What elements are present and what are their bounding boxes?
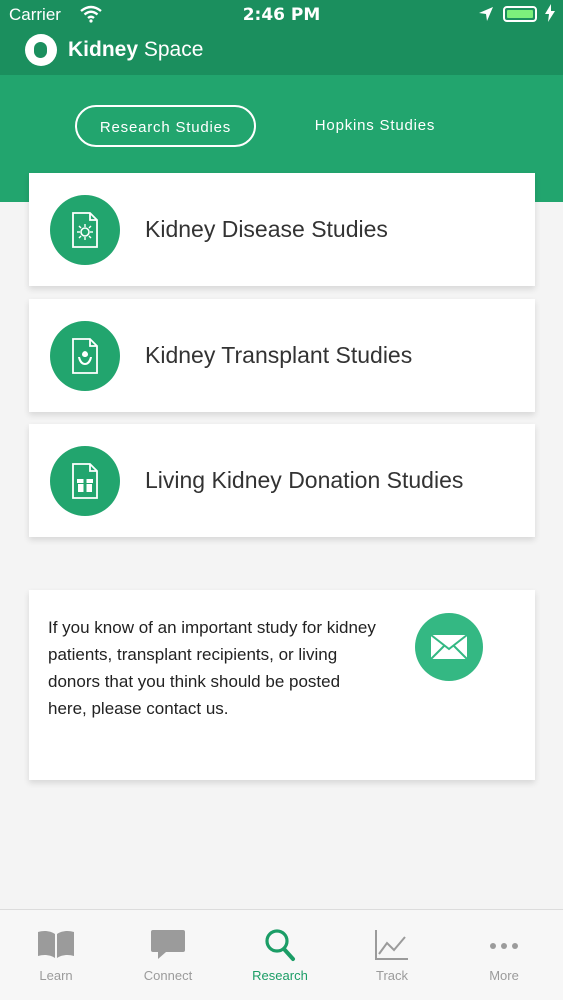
app-header: Carrier 2:46 PM Kidney Space <box>0 0 563 75</box>
chat-bubble-icon <box>151 930 185 959</box>
contact-message: If you know of an important study for ki… <box>48 618 376 718</box>
study-card-living-donation[interactable]: Living Kidney Donation Studies <box>29 424 535 537</box>
app-name-bold: Kidney <box>68 38 139 61</box>
line-chart-icon <box>375 930 408 960</box>
app-brand: Kidney Space <box>25 33 203 67</box>
contact-mail-button[interactable] <box>415 613 483 681</box>
tabbar-more[interactable]: More <box>448 910 560 1000</box>
tabbar-label: Track <box>375 968 409 983</box>
tab-research-studies[interactable]: Research Studies <box>75 105 256 147</box>
study-card-kidney-disease[interactable]: Kidney Disease Studies <box>29 173 535 286</box>
tabbar-learn[interactable]: Learn <box>0 910 112 1000</box>
app-name: Kidney Space <box>68 38 203 62</box>
bottom-tab-bar: Learn Connect Research Track More <box>0 909 563 1000</box>
study-label: Kidney Transplant Studies <box>145 342 413 368</box>
tabbar-label: Learn <box>39 968 73 983</box>
status-bar: Carrier 2:46 PM <box>0 0 563 30</box>
tabbar-label: Research <box>252 968 308 983</box>
tabbar-track[interactable]: Track <box>336 910 448 1000</box>
document-hands-icon <box>50 320 120 391</box>
contact-card: If you know of an important study for ki… <box>29 590 535 780</box>
document-virus-icon <box>50 194 120 265</box>
charging-bolt-icon <box>545 4 555 27</box>
location-arrow-icon <box>478 6 494 27</box>
mail-icon <box>430 634 468 660</box>
study-label: Living Kidney Donation Studies <box>145 467 464 493</box>
tabbar-connect[interactable]: Connect <box>112 910 224 1000</box>
battery-icon <box>503 6 537 22</box>
tabbar-label: More <box>489 968 519 983</box>
study-card-kidney-transplant[interactable]: Kidney Transplant Studies <box>29 299 535 412</box>
book-icon <box>38 930 74 958</box>
app-name-light: Space <box>143 38 204 61</box>
study-label: Kidney Disease Studies <box>145 216 388 242</box>
tabbar-research[interactable]: Research <box>224 910 336 1000</box>
tabbar-label: Connect <box>143 968 193 983</box>
more-dots-icon <box>490 943 518 949</box>
document-gift-icon <box>50 445 120 516</box>
search-icon <box>265 929 295 961</box>
kidney-logo-icon <box>25 34 57 66</box>
tab-hopkins-studies[interactable]: Hopkins Studies <box>290 105 460 147</box>
